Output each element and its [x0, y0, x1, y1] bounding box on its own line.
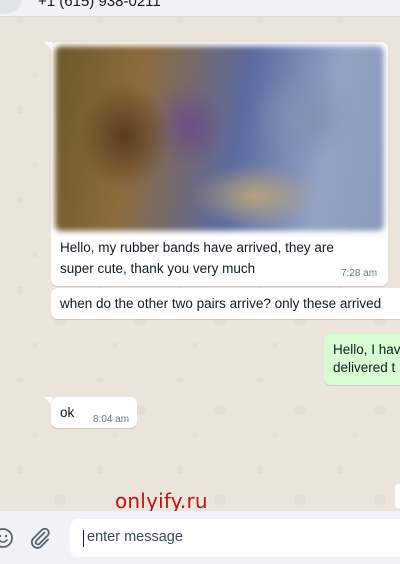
watermark-text: onlyify.ru — [115, 489, 208, 513]
message-text: ok — [60, 405, 75, 420]
message-caption: Hello, my rubber bands have arrived, the… — [60, 240, 334, 276]
outgoing-message[interactable]: Hello, I hav delivered t — [324, 334, 400, 385]
contact-phone: +1 (615) 938-0211 — [38, 0, 161, 10]
attach-icon[interactable] — [28, 526, 52, 555]
incoming-message[interactable]: ok 8:04 am — [44, 397, 137, 428]
message-text-line2: delivered t — [333, 360, 396, 375]
message-time: 7:28 am — [341, 268, 378, 279]
message-input-placeholder: enter message — [87, 529, 183, 545]
chat-header[interactable]: +1 (615) 938-0211 — [0, 0, 400, 17]
message-text: when do the other two pairs arrive? only… — [60, 296, 382, 311]
message-photo[interactable] — [55, 46, 384, 231]
text-caret — [83, 530, 84, 547]
message-input[interactable]: enter message — [70, 519, 400, 557]
partial-bubble — [395, 484, 400, 508]
emoji-icon[interactable] — [0, 527, 14, 554]
image-message[interactable]: Hello, my rubber bands have arrived, the… — [44, 42, 388, 286]
message-time: 8:04 am — [93, 414, 130, 425]
message-composer: enter message — [0, 511, 400, 564]
incoming-message[interactable]: when do the other two pairs arrive? only… — [51, 288, 400, 319]
message-text-line1: Hello, I hav — [333, 342, 400, 357]
contact-avatar[interactable] — [0, 0, 22, 14]
